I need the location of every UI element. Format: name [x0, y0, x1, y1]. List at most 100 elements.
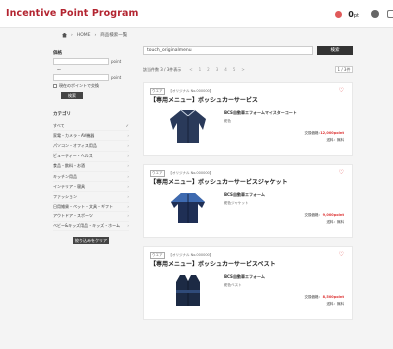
cart-icon[interactable]	[387, 10, 393, 18]
category-label: ベビー&キッズ用品・キッズ・ホーム	[53, 223, 120, 229]
category-title: カテゴリ	[53, 112, 71, 117]
product-tag: ウエア 【オリジナル No.000000】	[150, 170, 213, 177]
product-price: 8,500point	[322, 295, 344, 299]
product-image[interactable]	[168, 272, 208, 308]
product-image[interactable]	[168, 108, 208, 144]
category-badge: ウエア	[150, 88, 165, 95]
search-input[interactable]: touch_originalmenu	[143, 46, 313, 55]
price-label: 交換価格：	[304, 213, 323, 217]
chevron-right-icon: ›	[127, 163, 129, 169]
page-link[interactable]: 1	[199, 67, 202, 72]
chevron-right-icon: ›	[127, 183, 129, 189]
home-icon[interactable]	[62, 32, 67, 38]
brand-title[interactable]: Incentive Point Program	[6, 8, 139, 19]
page-link[interactable]: >	[241, 67, 244, 72]
check-icon: ✓	[125, 122, 129, 128]
chevron-right-icon: ›	[127, 132, 129, 138]
page-link[interactable]: 4	[224, 67, 227, 72]
category-item[interactable]: 日用雑貨・ペット・文具・ギフト ›	[53, 203, 129, 212]
product-description: 紺色ベスト	[224, 283, 242, 287]
clear-filter-button[interactable]: 絞り込みをクリア	[73, 237, 109, 245]
app-header: Incentive Point Program 0pt	[0, 0, 393, 28]
category-label: 家電・カメラ・AV機器	[53, 132, 95, 138]
category-item[interactable]: 家電・カメラ・AV機器 ›	[53, 131, 129, 142]
category-item[interactable]: 食品・飲料・お酒 ›	[53, 162, 129, 172]
product-title[interactable]: 【専用メニュー】ボッシュカーサービスベスト	[150, 259, 276, 268]
favorite-heart-icon[interactable]: ♡	[339, 169, 344, 176]
points-balance: 0pt	[348, 9, 359, 19]
chevron-right-icon: ›	[127, 142, 129, 148]
shipping-info: 送料：無料	[326, 138, 345, 142]
page-link[interactable]: 5	[233, 67, 236, 72]
chevron-right-icon: ›	[127, 204, 129, 210]
category-item[interactable]: ベビー&キッズ用品・キッズ・ホーム ›	[53, 222, 129, 232]
points-icon	[335, 10, 343, 18]
category-label: 食品・飲料・お酒	[53, 163, 85, 169]
owned-points-checkbox[interactable]	[53, 84, 57, 88]
results-area: touch_originalmenu 検索 該当件数 3 / 3件表示 <1 2 3…	[143, 46, 353, 320]
category-item[interactable]: ファッション ›	[53, 192, 129, 203]
product-code: 【オリジナル No.000000】	[168, 171, 214, 175]
category-label: キッチン用品	[53, 173, 77, 179]
product-description: 紺色	[224, 119, 231, 123]
chevron-right-icon: ›	[127, 193, 129, 199]
product-tag: ウエア 【オリジナル No.000000】	[150, 88, 213, 95]
filter-search-button[interactable]: 検索	[61, 92, 83, 99]
pagination: <1 2 3 4 5 >	[189, 67, 244, 72]
breadcrumb-home[interactable]: HOME	[77, 33, 91, 38]
page-link[interactable]: <	[189, 67, 192, 72]
header-actions: 0pt	[335, 7, 393, 21]
product-subtitle: BCS自動車エフォームマイスターコート	[224, 110, 297, 115]
breadcrumb-current: 商品検索一覧	[100, 33, 128, 38]
category-label: アウトドア・スポーツ	[53, 213, 93, 219]
product-code: 【オリジナル No.000000】	[168, 89, 214, 93]
product-subtitle: BCS自動車エフォーム	[224, 192, 265, 197]
product-code: 【オリジナル No.000000】	[168, 253, 214, 257]
product-card[interactable]: ウエア 【オリジナル No.000000】 ♡ 【専用メニュー】ボッシュカーサービスジ…	[143, 164, 353, 238]
favorite-heart-icon[interactable]: ♡	[339, 251, 344, 258]
product-image[interactable]	[168, 190, 208, 226]
user-avatar[interactable]	[371, 10, 379, 18]
breadcrumb: › HOME › 商品検索一覧	[62, 32, 127, 38]
category-item[interactable]: すべて ✓	[53, 121, 129, 132]
shipping-info: 送料：無料	[326, 302, 345, 306]
chevron-right-icon: ›	[127, 223, 129, 229]
chevron-right-icon: ›	[127, 173, 129, 179]
category-item[interactable]: ビューティー・ヘルス ›	[53, 152, 129, 162]
price-filter-title: 価格	[53, 51, 62, 56]
category-label: ビューティー・ヘルス	[53, 153, 93, 159]
search-button[interactable]: 検索	[317, 46, 353, 55]
sort-select[interactable]: 1 / 3件	[335, 66, 353, 73]
product-tag: ウエア 【オリジナル No.000000】	[150, 252, 213, 259]
category-item[interactable]: インテリア・寝具 ›	[53, 182, 129, 193]
category-label: 日用雑貨・ペット・文具・ギフト	[53, 204, 113, 210]
shipping-info: 送料：無料	[326, 220, 345, 224]
filter-sidebar: 価格 point 〜 point 現在のポイントで交換 検索 カテゴリ すべて ✓…	[53, 46, 133, 245]
page-link[interactable]: 2	[207, 67, 210, 72]
category-badge: ウエア	[150, 170, 165, 177]
chevron-right-icon: ›	[127, 213, 129, 219]
product-card[interactable]: ウエア 【オリジナル No.000000】 ♡ 【専用メニュー】ボッシュカーサービスベ…	[143, 246, 353, 320]
category-badge: ウエア	[150, 252, 165, 259]
category-label: インテリア・寝具	[53, 183, 85, 189]
product-title[interactable]: 【専用メニュー】ボッシュカーサービスジャケット	[150, 177, 288, 186]
product-title[interactable]: 【専用メニュー】ボッシュカーサービス	[150, 95, 258, 104]
category-label: すべて	[53, 122, 65, 128]
result-summary: 該当件数 3 / 3件表示	[143, 66, 182, 72]
category-label: パソコン・オフィス用品	[53, 142, 97, 148]
product-card[interactable]: ウエア 【オリジナル No.000000】 ♡ 【専用メニュー】ボッシュカーサービス B…	[143, 82, 353, 156]
price-label: 交換価格：	[304, 295, 323, 299]
max-point-input[interactable]	[53, 74, 109, 81]
category-item[interactable]: パソコン・オフィス用品 ›	[53, 141, 129, 152]
product-price: 9,000point	[322, 213, 344, 217]
category-item[interactable]: キッチン用品 ›	[53, 172, 129, 183]
chevron-right-icon: ›	[127, 153, 129, 159]
category-item[interactable]: アウトドア・スポーツ ›	[53, 212, 129, 222]
category-label: ファッション	[53, 193, 77, 199]
min-point-input[interactable]	[53, 58, 109, 65]
product-subtitle: BCS自動車エフォーム	[224, 274, 265, 279]
page-link[interactable]: 3	[216, 67, 219, 72]
favorite-heart-icon[interactable]: ♡	[339, 87, 344, 94]
product-description: 紺色ジャケット	[224, 201, 249, 205]
product-price: 12,000point	[320, 131, 344, 135]
